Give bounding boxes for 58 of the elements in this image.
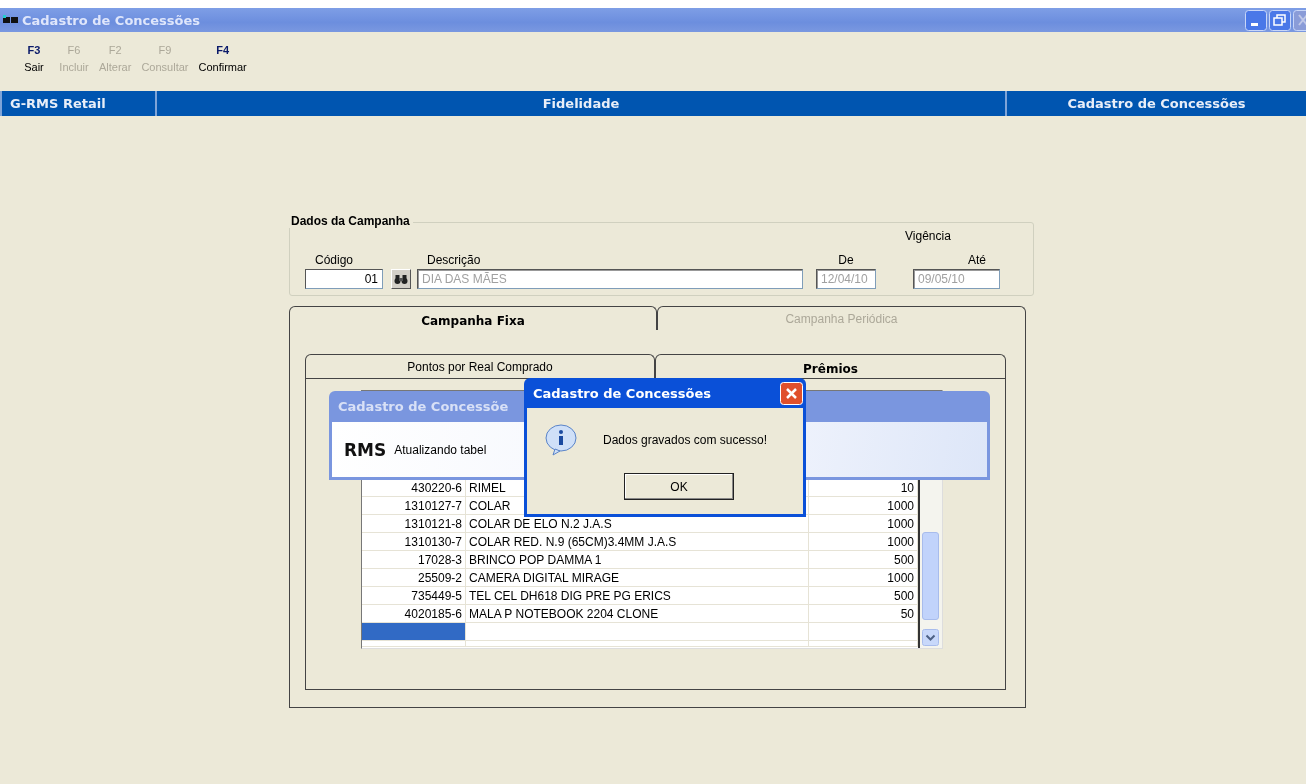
module-name: Fidelidade [542, 96, 620, 111]
shortcut-key-label: F9 [158, 44, 172, 56]
table-cell: 735449-5 [362, 587, 466, 605]
end-date-label: Até [967, 253, 987, 267]
app-logo-icon [3, 15, 19, 25]
table-cell: MALA P NOTEBOOK 2204 CLONE [466, 605, 809, 623]
shortcut-key-label: F4 [216, 44, 230, 56]
table-cell: 50 [809, 605, 918, 623]
table-cell: 1310130-7 [362, 533, 466, 551]
validity-label: Vigência [905, 229, 951, 243]
table-cell: 1000 [809, 569, 918, 587]
table-cell: 1000 [809, 515, 918, 533]
empty-cell[interactable] [809, 623, 918, 641]
window-title: Cadastro de Concessões [22, 12, 201, 28]
empty-cell[interactable] [809, 641, 918, 647]
empty-cell[interactable] [466, 641, 809, 647]
shortcut-key-label: F2 [108, 44, 122, 56]
code-field[interactable]: 01 [305, 269, 383, 289]
tab[interactable]: Prêmios [655, 354, 1006, 378]
table-cell: 1310127-7 [362, 497, 466, 515]
minimize-icon[interactable] [1245, 9, 1267, 31]
group-title: Dados da Campanha [288, 214, 413, 228]
dialog-title: Cadastro de Concessões [533, 385, 713, 401]
empty-cell[interactable] [362, 641, 466, 647]
info-icon [545, 424, 577, 456]
tab[interactable]: Campanha Fixa [289, 306, 657, 330]
scrollbar-thumb[interactable] [922, 532, 939, 620]
shortcut-key-label: F3 [27, 44, 41, 56]
table-cell: 25509-2 [362, 569, 466, 587]
table-cell: TEL CEL DH618 DIG PRE PG ERICS [466, 587, 809, 605]
table-cell: COLAR RED. N.9 (65CM)3.4MM J.A.S [466, 533, 809, 551]
table-cell: 1000 [809, 533, 918, 551]
table-cell: BRINCO POP DAMMA 1 [466, 551, 809, 569]
table-cell: 500 [809, 551, 918, 569]
logo-text: RMS [344, 439, 387, 460]
screen-name: Cadastro de Concessões [1067, 96, 1246, 111]
search-button[interactable] [391, 269, 411, 289]
table-cell: 1000 [809, 497, 918, 515]
system-name: G-RMS Retail [10, 96, 106, 111]
table-cell: 500 [809, 587, 918, 605]
ok-button[interactable]: OK [624, 473, 734, 500]
table-cell: 1310121-8 [362, 515, 466, 533]
binoculars-icon [394, 273, 408, 285]
description-label: Descrição [426, 253, 482, 267]
status-text: Atualizando tabel [394, 442, 487, 457]
shortcut-key-label: F6 [67, 44, 81, 56]
dialog-message: Dados gravados com sucesso! [603, 433, 768, 447]
window-title: Cadastro de Concessõe [338, 399, 509, 414]
start-date-label: De [837, 253, 855, 267]
selected-cell[interactable] [362, 623, 466, 641]
scroll-down-icon[interactable] [922, 629, 939, 646]
table-cell: 17028-3 [362, 551, 466, 569]
toolbar-button[interactable]: Confirmar [198, 61, 247, 73]
tab[interactable]: Pontos por Real Comprado [305, 354, 655, 378]
toolbar-button[interactable]: Sair [24, 61, 44, 73]
table-cell: CAMERA DIGITAL MIRAGE [466, 569, 809, 587]
restore-icon[interactable] [1269, 9, 1291, 31]
code-label: Código [314, 253, 355, 267]
